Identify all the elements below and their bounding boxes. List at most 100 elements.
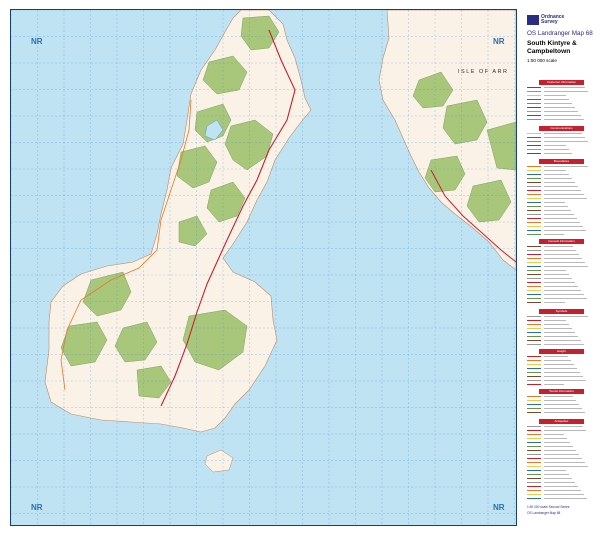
- legend-symbol: [527, 149, 541, 150]
- legend-text-line: [544, 186, 578, 187]
- legend-text-line: [544, 115, 581, 116]
- legend-symbol: [527, 270, 541, 271]
- legend-text-line: [544, 111, 578, 112]
- legend-symbol: [527, 230, 541, 231]
- legend-symbol: [527, 250, 541, 251]
- legend-text-line: [544, 103, 572, 104]
- legend-text-line: [544, 368, 577, 369]
- legend-section-tourist-info: Tourist Information: [539, 389, 584, 394]
- legend-text-line: [544, 145, 566, 146]
- legend-text-line: [544, 290, 581, 291]
- legend-text-line: [544, 490, 581, 491]
- legend-text-line: [544, 198, 587, 199]
- legend-symbol: [527, 137, 541, 138]
- legend-text-line: [544, 426, 583, 427]
- legend-text-line: [544, 446, 573, 447]
- legend-text-line: [544, 254, 579, 255]
- legend-text-line: [544, 340, 581, 341]
- publisher-name-line2: Survey: [541, 19, 558, 25]
- legend-symbol: [527, 328, 541, 329]
- legend-text-line: [544, 182, 575, 183]
- legend-symbol: [527, 426, 541, 427]
- footer-series-note: 1:50 000 scale Second Series: [527, 505, 570, 509]
- legend-symbol: [527, 262, 541, 263]
- legend-symbol: [527, 258, 541, 259]
- legend-symbol: [527, 344, 541, 345]
- legend-symbol: [527, 103, 541, 104]
- legend-text-line: [544, 458, 582, 459]
- legend-symbol: [527, 141, 541, 142]
- map-frame[interactable]: NR NR NR NR ISLE OF ARR: [10, 9, 517, 526]
- legend-symbol: [527, 174, 541, 175]
- legend-text-line: [544, 478, 572, 479]
- legend-symbol: [527, 182, 541, 183]
- legend-text-line: [544, 282, 575, 283]
- legend-text-line: [544, 270, 566, 271]
- legend-text-line: [544, 408, 582, 409]
- legend-symbol: [527, 254, 541, 255]
- legend-symbol: [527, 446, 541, 447]
- legend-symbol: [527, 286, 541, 287]
- legend-text-line: [544, 372, 580, 373]
- legend-symbol: [527, 278, 541, 279]
- legend-symbol: [527, 478, 541, 479]
- legend-symbol: [527, 178, 541, 179]
- legend-text-line: [544, 99, 569, 100]
- legend-text-line: [544, 202, 565, 203]
- legend-text-line: [544, 466, 588, 467]
- legend-text-line: [544, 137, 585, 138]
- legend-symbol: [527, 324, 541, 325]
- legend-text-line: [544, 404, 579, 405]
- legend-text-line: [544, 194, 584, 195]
- legend-text-line: [544, 482, 575, 483]
- legend-symbol: [527, 246, 541, 247]
- legend-symbol: [527, 119, 541, 120]
- legend-symbol: [527, 364, 541, 365]
- legend-symbol: [527, 198, 541, 199]
- legend-text-line: [544, 470, 566, 471]
- legend-symbol: [527, 486, 541, 487]
- legend-section-customer-info: Customer Information: [539, 80, 584, 85]
- legend-symbol: [527, 454, 541, 455]
- legend-symbol: [527, 412, 541, 413]
- legend-symbol: [527, 336, 541, 337]
- legend-symbol: [527, 360, 541, 361]
- legend-text-line: [544, 133, 582, 134]
- legend-text-line: [544, 218, 577, 219]
- legend-text-line: [544, 412, 585, 413]
- legend-symbol: [527, 145, 541, 146]
- legend-section-communications: Communications: [539, 126, 584, 131]
- legend-symbol: [527, 408, 541, 409]
- legend-text-line: [544, 95, 566, 96]
- legend-symbol: [527, 498, 541, 499]
- legend-symbol: [527, 482, 541, 483]
- legend-symbol: [527, 214, 541, 215]
- legend-text-line: [544, 376, 583, 377]
- legend-section-boundaries: Boundaries: [539, 159, 584, 164]
- legend-symbol: [527, 470, 541, 471]
- legend-symbol: [527, 186, 541, 187]
- series-title: OS Landranger Map 68: [527, 30, 593, 37]
- legend-text-line: [544, 302, 565, 303]
- legend-text-line: [544, 258, 582, 259]
- legend-text-line: [544, 91, 588, 92]
- legend-text-line: [544, 266, 588, 267]
- legend-text-line: [544, 246, 573, 247]
- legend-symbol: [527, 266, 541, 267]
- legend-symbol: [527, 206, 541, 207]
- legend-symbol: [527, 400, 541, 401]
- legend-text-line: [544, 166, 588, 167]
- legend-symbol: [527, 298, 541, 299]
- legend-text-line: [544, 274, 569, 275]
- map-canvas: NR NR NR NR ISLE OF ARR: [11, 10, 516, 525]
- legend-symbol: [527, 320, 541, 321]
- legend-symbol: [527, 302, 541, 303]
- legend-section-antiquities: Antiquities: [539, 419, 584, 424]
- legend-text-line: [544, 149, 569, 150]
- legend-symbol: [527, 380, 541, 381]
- legend-symbol: [527, 462, 541, 463]
- legend-text-line: [544, 286, 578, 287]
- map-sheet: NR NR NR NR ISLE OF ARR Ordnance Survey …: [0, 0, 600, 536]
- legend-symbol: [527, 190, 541, 191]
- legend-text-line: [544, 250, 576, 251]
